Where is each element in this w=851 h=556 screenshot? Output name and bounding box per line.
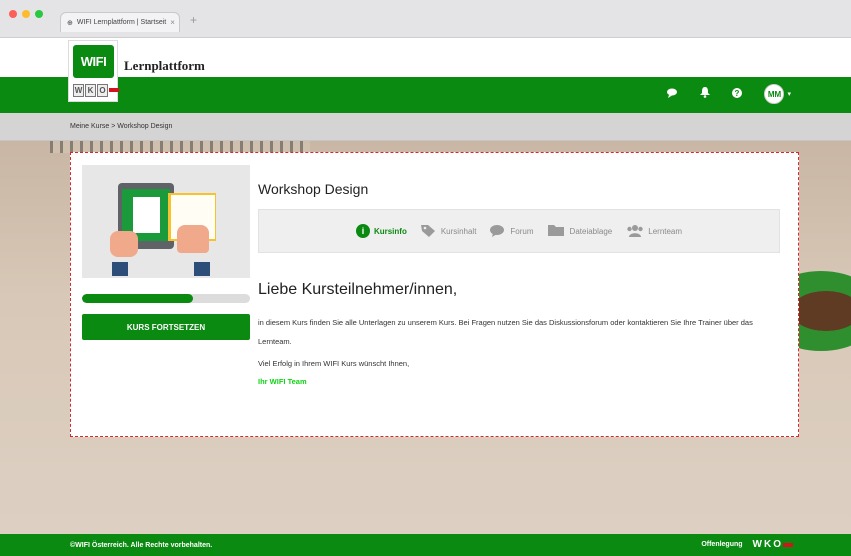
tab-kursinfo[interactable]: i Kursinfo bbox=[355, 224, 407, 238]
brand-title[interactable]: Lernplattform bbox=[124, 58, 205, 74]
course-illustration bbox=[82, 165, 250, 278]
team-icon bbox=[626, 224, 644, 239]
close-window-button[interactable] bbox=[9, 10, 17, 18]
tab-lernteam[interactable]: Lernteam bbox=[626, 224, 682, 239]
wko-mini-logo: WKO bbox=[73, 84, 119, 97]
folder-icon bbox=[547, 224, 566, 239]
notifications-bell-icon[interactable] bbox=[700, 87, 711, 101]
imprint-link[interactable]: Offenlegung bbox=[701, 541, 742, 548]
footer-copyright: ©WIFI Österreich. Alle Rechte vorbehalte… bbox=[70, 542, 213, 549]
user-menu[interactable]: MM ▾ bbox=[764, 84, 791, 104]
footer: ©WIFI Österreich. Alle Rechte vorbehalte… bbox=[0, 534, 851, 556]
tab-close-icon[interactable]: × bbox=[170, 18, 179, 27]
wko-letter: K bbox=[85, 84, 96, 97]
sleeve-left bbox=[112, 262, 128, 276]
wko-letter: W bbox=[752, 539, 762, 550]
footer-right: Offenlegung W K O bbox=[701, 539, 793, 550]
wko-red-bar bbox=[783, 542, 793, 547]
sleeve-right bbox=[194, 262, 210, 276]
course-progress-fill bbox=[82, 294, 193, 303]
course-title: Workshop Design bbox=[258, 181, 369, 197]
tab-label: Forum bbox=[510, 226, 534, 236]
tag-icon bbox=[420, 223, 437, 239]
breadcrumb[interactable]: Meine Kurse > Workshop Design bbox=[70, 123, 172, 130]
tab-favicon-icon: ⊕ bbox=[67, 19, 73, 27]
tab-forum[interactable]: Forum bbox=[490, 224, 534, 239]
wifi-logo-mark: WIFI bbox=[73, 45, 114, 78]
tab-title: WIFI Lernplattform | Startseit bbox=[76, 19, 167, 26]
tab-label: Dateiablage bbox=[569, 226, 613, 236]
wko-red-bar bbox=[109, 88, 119, 92]
tab-dateiablage[interactable]: Dateiablage bbox=[547, 224, 613, 239]
messages-icon[interactable] bbox=[667, 88, 678, 101]
browser-tab[interactable]: ⊕ WIFI Lernplattform | Startseit × bbox=[60, 12, 180, 32]
wko-letter: O bbox=[97, 84, 108, 97]
document-page bbox=[133, 197, 160, 233]
course-progress-bar bbox=[82, 294, 250, 303]
tab-label: Lernteam bbox=[648, 226, 683, 236]
continue-course-button[interactable]: KURS FORTSETZEN bbox=[82, 314, 250, 340]
chevron-down-icon: ▾ bbox=[787, 91, 791, 98]
closing-text: Viel Erfolg in Ihrem WIFI Kurs wünscht I… bbox=[258, 359, 410, 368]
wifi-logo-text: WIFI bbox=[80, 54, 107, 69]
tab-label: Kursinhalt bbox=[440, 226, 477, 236]
info-icon: i bbox=[355, 224, 370, 238]
minimize-window-button[interactable] bbox=[22, 10, 30, 18]
welcome-text: in diesem Kurs finden Sie alle Unterlage… bbox=[258, 318, 753, 346]
course-nav: i Kursinfo Kursinhalt Forum Dateiablage bbox=[258, 209, 780, 253]
wko-letter: O bbox=[773, 539, 781, 550]
wko-logo[interactable]: W K O bbox=[753, 539, 793, 550]
tab-kursinhalt[interactable]: Kursinhalt bbox=[420, 223, 477, 239]
avatar: MM bbox=[764, 84, 785, 104]
welcome-heading: Liebe Kursteilnehmer/innen, bbox=[258, 281, 458, 298]
wko-letter: W bbox=[73, 84, 84, 97]
svg-text:?: ? bbox=[735, 89, 740, 98]
browser-chrome: ⊕ WIFI Lernplattform | Startseit × + bbox=[0, 0, 851, 38]
wifi-logo[interactable]: WIFI WKO bbox=[68, 40, 119, 102]
new-tab-button[interactable]: + bbox=[190, 13, 197, 27]
chat-icon bbox=[490, 224, 506, 239]
tab-label: Kursinfo bbox=[373, 226, 407, 236]
window-controls bbox=[9, 10, 43, 18]
signature: Ihr WIFI Team bbox=[258, 377, 307, 386]
wko-letter: K bbox=[763, 539, 772, 550]
header-actions: ? MM ▾ bbox=[667, 84, 791, 104]
breadcrumb-bar: Meine Kurse > Workshop Design bbox=[0, 113, 851, 141]
help-icon[interactable]: ? bbox=[732, 87, 743, 101]
hand-illustration bbox=[177, 225, 209, 253]
course-card: KURS FORTSETZEN Workshop Design i Kursin… bbox=[70, 152, 799, 437]
hand-left-illustration bbox=[110, 231, 138, 257]
maximize-window-button[interactable] bbox=[35, 10, 43, 18]
